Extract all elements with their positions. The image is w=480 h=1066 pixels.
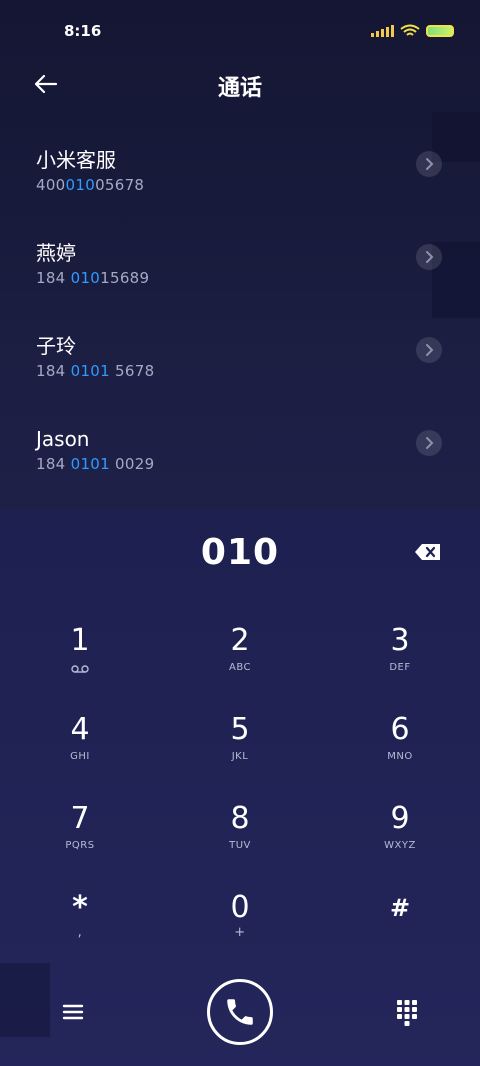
key-digit: 8	[230, 801, 250, 836]
key-letters: +	[234, 925, 246, 940]
chevron-right-icon[interactable]	[416, 430, 442, 456]
key-8[interactable]: 8 TUV	[180, 802, 300, 882]
key-letters: ABC	[228, 662, 251, 673]
wifi-icon	[400, 24, 420, 36]
menu-icon[interactable]	[58, 1000, 88, 1024]
key-digit: 0	[230, 890, 250, 925]
voicemail-icon	[71, 665, 89, 673]
key-digit: 7	[70, 801, 90, 836]
key-letters: PQRS	[65, 840, 95, 851]
contact-name: 燕婷	[36, 241, 76, 265]
key-0[interactable]: 0 +	[180, 891, 300, 971]
chevron-right-icon[interactable]	[416, 337, 442, 363]
app-header: 通话	[0, 62, 480, 106]
key-digit: 1	[70, 623, 90, 658]
chevron-right-icon[interactable]	[416, 244, 442, 270]
key-digit: 5	[230, 712, 250, 747]
key-5[interactable]: 5 JKL	[180, 713, 300, 793]
phone-icon	[227, 999, 253, 1025]
status-bar: 8:16	[0, 0, 480, 62]
contact-item[interactable]: 子玲 184 0101 5678	[0, 311, 480, 404]
key-6[interactable]: 6 MNO	[340, 713, 460, 793]
bottom-bar	[0, 972, 480, 1066]
key-letters: DEF	[389, 662, 411, 673]
key-1[interactable]: 1	[20, 624, 140, 704]
page-title: 通话	[217, 76, 262, 101]
key-digit: 2	[230, 623, 250, 658]
signal-icon	[371, 25, 394, 37]
key-letters: MNO	[387, 751, 413, 762]
contact-item[interactable]: 燕婷 184 01015689	[0, 218, 480, 311]
contact-name: Jason	[36, 427, 90, 451]
contact-number: 40001005678	[36, 176, 145, 194]
contact-name: 小米客服	[36, 148, 116, 172]
contact-item[interactable]: 小米客服 40001005678	[0, 125, 480, 218]
contact-number: 184 0101 5678	[36, 362, 155, 380]
key-letters: JKL	[231, 751, 249, 762]
battery-icon	[426, 25, 454, 37]
status-time: 8:16	[64, 22, 102, 40]
contact-name: 子玲	[36, 334, 76, 358]
key-letters: TUV	[229, 840, 251, 851]
key-digit: 3	[390, 623, 410, 658]
dialed-number-display[interactable]: 010	[0, 532, 480, 573]
key-9[interactable]: 9 WXYZ	[340, 802, 460, 882]
contact-number: 184 01015689	[36, 269, 150, 287]
key-letters: GHI	[70, 751, 90, 762]
key-3[interactable]: 3 DEF	[340, 624, 460, 704]
key-digit: *	[72, 890, 88, 925]
keypad-icon[interactable]	[396, 998, 418, 1026]
key-letters: ,	[77, 925, 83, 940]
key-4[interactable]: 4 GHI	[20, 713, 140, 793]
key-2[interactable]: 2 ABC	[180, 624, 300, 704]
contact-number: 184 0101 0029	[36, 455, 155, 473]
key-letters: WXYZ	[384, 840, 416, 851]
backspace-icon[interactable]	[414, 542, 442, 562]
key-star[interactable]: * ,	[20, 891, 140, 971]
key-digit: 9	[390, 801, 410, 836]
key-hash[interactable]: #	[340, 891, 460, 971]
contact-item[interactable]: Jason 184 0101 0029	[0, 404, 480, 497]
contact-list: 小米客服 40001005678 燕婷 184 01015689 子玲 184 …	[0, 125, 480, 497]
key-digit: #	[389, 894, 411, 922]
key-7[interactable]: 7 PQRS	[20, 802, 140, 882]
key-digit: 6	[390, 712, 410, 747]
chevron-right-icon[interactable]	[416, 151, 442, 177]
status-icons	[371, 24, 454, 38]
key-digit: 4	[70, 712, 90, 747]
call-button[interactable]	[207, 979, 273, 1045]
